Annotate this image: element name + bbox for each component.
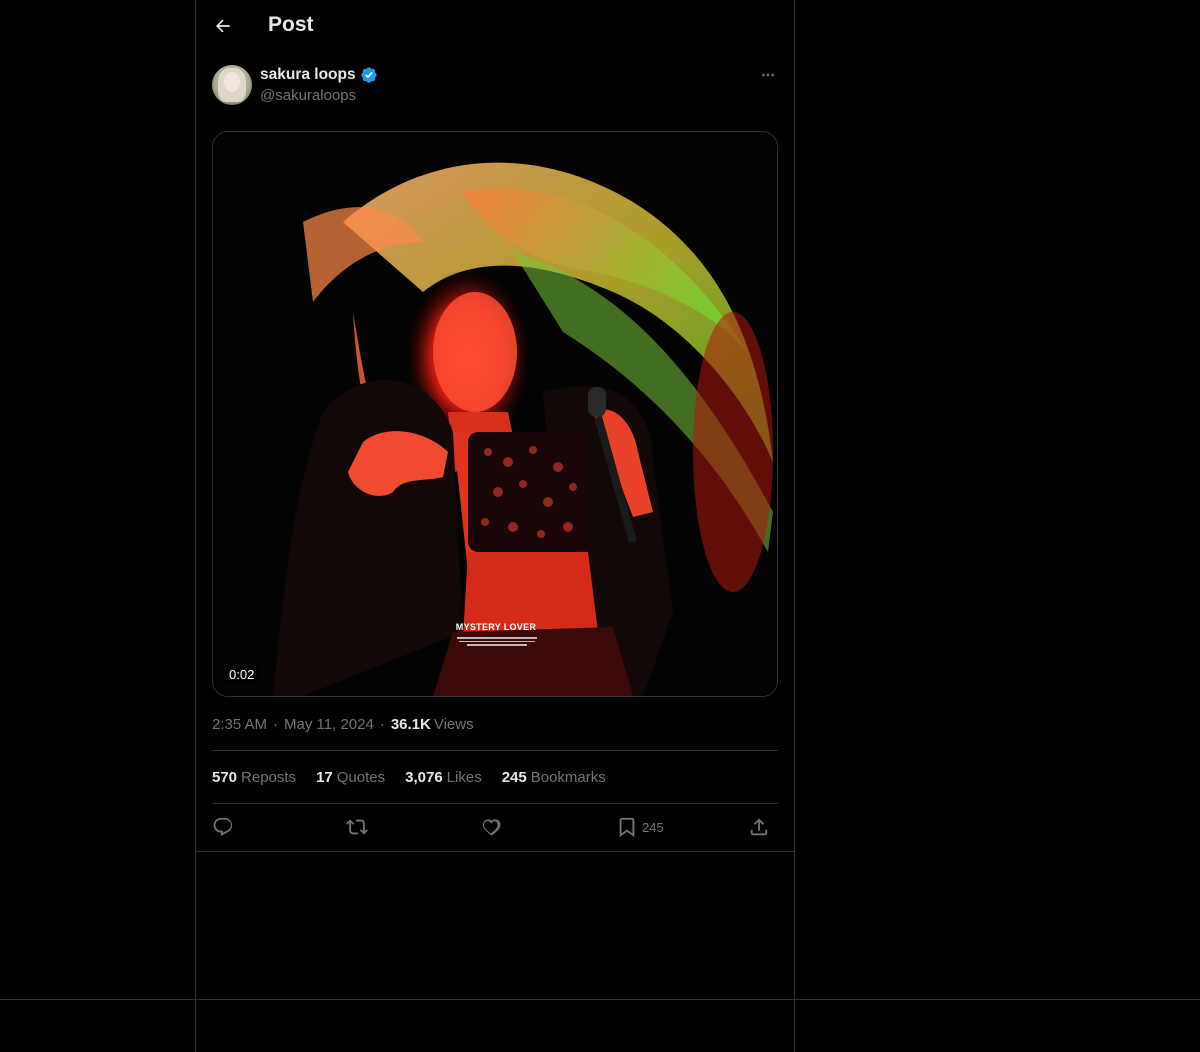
verified-badge-icon [360,67,377,83]
more-options-button[interactable] [758,65,778,85]
display-name[interactable]: sakura loops [260,66,356,84]
video-caption: MYSTERY LOVER [455,622,537,632]
video-frame [213,132,777,696]
stat-bookmarks[interactable]: 245 Bookmarks [502,769,606,786]
share-icon [750,818,768,836]
post-time[interactable]: 2:35 AM [212,716,267,733]
views-label: Views [433,716,474,733]
main-column: Post sakura loops @sakuraloops MYSTERY L… [195,0,795,1052]
handle[interactable]: @sakuraloops [260,87,356,104]
arrow-left-icon [216,19,230,33]
stat-likes[interactable]: 3,076 Likes [405,769,482,786]
reply-icon [213,817,233,836]
avatar[interactable] [212,65,252,105]
stat-reposts[interactable]: 570 Reposts [212,769,296,786]
more-dots-icon [762,73,774,77]
divider [212,750,778,751]
display-name-row[interactable]: sakura loops [260,66,378,84]
stat-quotes[interactable]: 17 Quotes [316,769,385,786]
bookmark-icon [619,817,635,838]
repost-icon [346,819,368,835]
page-title: Post [268,13,314,36]
page-divider [0,999,1200,1000]
heart-icon [482,819,501,836]
share-button[interactable] [748,815,770,839]
engagement-stats: 570 Reposts 17 Quotes 3,076 Likes 245 Bookma… [212,769,606,786]
video-fine-print [457,635,537,649]
header: Post [196,0,794,53]
meta-separator: · [273,716,279,733]
video-duration: 0:02 [223,665,261,684]
post-bottom-border [196,851,794,852]
post-date[interactable]: May 11, 2024 [284,716,374,733]
bookmark-count: 245 [642,819,664,835]
page: Post sakura loops @sakuraloops MYSTERY L… [0,0,1200,1052]
author-row: sakura loops @sakuraloops [212,65,778,107]
like-button[interactable] [480,815,502,839]
bookmark-button[interactable]: 245 [616,815,664,839]
back-button[interactable] [208,11,238,41]
repost-button[interactable] [346,815,368,839]
meta-separator: · [379,716,385,733]
divider [212,803,778,804]
action-bar: 245 [212,815,778,839]
views-count: 36.1K [390,716,431,733]
video-player[interactable]: MYSTERY LOVER 0:02 [212,131,778,697]
reply-button[interactable] [212,815,234,839]
post-meta: 2:35 AM · May 11, 2024 · 36.1K Views [212,716,474,733]
